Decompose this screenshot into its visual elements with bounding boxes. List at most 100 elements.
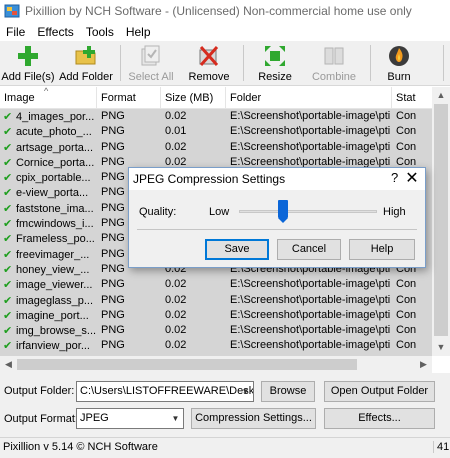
output-folder-value: C:\Users\LISTOFFREEWARE\Deskto xyxy=(80,385,254,397)
cell-size: 0.02 xyxy=(165,110,187,122)
dialog-body: Quality: Low High Save Cancel Help xyxy=(129,190,425,267)
cell-image-text: image_viewer... xyxy=(16,279,93,292)
column-folder-header[interactable]: Folder xyxy=(226,87,392,109)
column-image-header[interactable]: ^ Image xyxy=(0,87,97,109)
checkmark-icon: ✔ xyxy=(3,125,13,139)
table-row[interactable]: ✔ irfanview_por... PNG 0.02 E:\Screenshot\po… xyxy=(0,338,432,353)
cell-size: 0.02 xyxy=(165,278,187,291)
resize-button[interactable]: Resize xyxy=(252,43,298,84)
cancel-button[interactable]: Cancel xyxy=(277,239,341,260)
chevron-down-icon[interactable]: ▼ xyxy=(238,382,253,401)
burn-label: Burn xyxy=(387,71,411,83)
toolbar-separator xyxy=(120,45,121,81)
cell-image-text: img_browse_s... xyxy=(16,325,97,338)
dialog-title-bar[interactable]: JPEG Compression Settings ? ✕ xyxy=(129,168,425,190)
cell-image-text: acute_photo_... xyxy=(16,126,92,139)
close-icon[interactable]: ✕ xyxy=(399,168,425,190)
column-format-header[interactable]: Format xyxy=(97,87,161,109)
horizontal-scroll-thumb[interactable] xyxy=(17,359,357,370)
toolbar-separator xyxy=(370,45,371,81)
toolbar-separator xyxy=(443,45,444,81)
menu-tools[interactable]: Tools xyxy=(80,25,120,39)
vertical-scrollbar[interactable]: ▲ ▼ xyxy=(432,87,450,356)
quality-label: Quality: xyxy=(139,206,177,218)
checkmark-icon: ✔ xyxy=(3,140,13,154)
quality-low-label: Low xyxy=(209,206,230,218)
table-row[interactable]: ✔ acute_photo_... PNG 0.01 E:\Screenshot\por… xyxy=(0,124,432,139)
add-files-label: Add File(s) xyxy=(1,71,55,83)
cell-format: PNG xyxy=(101,293,125,306)
burn-button[interactable]: Burn xyxy=(378,43,420,84)
toolbar-separator xyxy=(243,45,244,81)
cell-size: 0.02 xyxy=(165,324,187,337)
cell-image: ✔ irfanview_por... xyxy=(0,338,97,354)
cell-size: 0.02 xyxy=(165,140,187,153)
table-row[interactable]: ✔ img_browse_s... PNG 0.02 E:\Screenshot\por… xyxy=(0,323,432,338)
effects-button[interactable]: Effects... xyxy=(324,408,435,429)
remove-label: Remove xyxy=(188,71,230,83)
cell-image: ✔ faststone_ima... xyxy=(0,201,97,217)
column-status-header[interactable]: Stat xyxy=(392,87,432,109)
table-row[interactable]: ✔ imagine_port... PNG 0.02 E:\Screenshot\por… xyxy=(0,308,432,323)
scroll-down-arrow-icon[interactable]: ▼ xyxy=(432,339,450,356)
status-bar: Pixillion v 5.14 © NCH Software 41 / xyxy=(0,437,450,458)
dialog-divider xyxy=(137,229,417,230)
add-folder-label: Add Folder xyxy=(59,71,113,83)
table-row[interactable]: ✔ 4_images_por... PNG 0.02 E:\Screenshot\por… xyxy=(0,109,432,124)
output-format-combo[interactable]: JPEG ▼ xyxy=(76,408,184,429)
cell-status: Con xyxy=(396,293,417,306)
menu-file[interactable]: File xyxy=(0,25,31,39)
cell-format: PNG xyxy=(101,278,125,291)
select-all-icon xyxy=(141,45,160,66)
cell-folder: E:\Screenshot\portable-image\pti xyxy=(230,339,391,352)
remove-button[interactable]: Remove xyxy=(184,43,234,84)
scroll-up-arrow-icon[interactable]: ▲ xyxy=(432,87,450,104)
compression-settings-button[interactable]: Compression Settings... xyxy=(191,408,316,429)
checkmark-icon: ✔ xyxy=(3,247,13,261)
quality-slider-thumb[interactable] xyxy=(278,200,289,223)
select-all-button[interactable]: Select All xyxy=(126,43,176,84)
output-format-label: Output Format: xyxy=(4,413,78,425)
combine-label: Combine xyxy=(311,71,357,83)
scroll-right-arrow-icon[interactable]: ▶ xyxy=(415,356,432,373)
column-size-header[interactable]: Size (MB) xyxy=(161,87,226,109)
add-files-button[interactable]: Add File(s) xyxy=(1,43,55,84)
add-folder-button[interactable]: Add Folder xyxy=(58,43,114,84)
vertical-scroll-thumb[interactable] xyxy=(434,104,448,336)
table-row[interactable]: ✔ imageglass_p... PNG 0.02 E:\Screenshot\por… xyxy=(0,293,432,308)
checkmark-icon: ✔ xyxy=(3,232,13,246)
cell-image-text: faststone_ima... xyxy=(16,202,94,215)
cell-folder: E:\Screenshot\portable-image\pti xyxy=(230,324,391,337)
cell-status: Con xyxy=(396,339,417,352)
table-row[interactable]: ✔ artsage_porta... PNG 0.02 E:\Screenshot\po… xyxy=(0,140,432,155)
checkmark-icon: ✔ xyxy=(3,293,13,307)
cell-size: 0.02 xyxy=(165,308,187,321)
output-folder-label: Output Folder: xyxy=(4,385,75,397)
scroll-left-arrow-icon[interactable]: ◀ xyxy=(0,356,17,373)
help-button[interactable]: Help xyxy=(349,239,415,260)
open-output-folder-button[interactable]: Open Output Folder xyxy=(324,381,435,402)
quality-slider-track[interactable] xyxy=(239,210,377,213)
save-button[interactable]: Save xyxy=(205,239,269,260)
cell-image: ✔ freevimager_... xyxy=(0,247,97,263)
help-question-icon[interactable]: ? xyxy=(391,170,398,185)
cell-status: Con xyxy=(396,308,417,321)
cell-folder: E:\Screenshot\portable-image\pti xyxy=(230,110,391,122)
chevron-down-icon[interactable]: ▼ xyxy=(168,409,183,428)
horizontal-scrollbar[interactable]: ◀ ▶ xyxy=(0,356,432,373)
cell-image: ✔ image_viewer... xyxy=(0,277,97,293)
table-row[interactable]: ✔ image_viewer... PNG 0.02 E:\Screenshot\por… xyxy=(0,277,432,292)
combine-button[interactable]: Combine xyxy=(306,43,362,84)
output-folder-combo[interactable]: C:\Users\LISTOFFREEWARE\Deskto ▼ xyxy=(76,381,254,402)
browse-button[interactable]: Browse xyxy=(261,381,315,402)
cell-format: PNG xyxy=(101,308,125,321)
output-format-value: JPEG xyxy=(80,412,109,424)
menu-help[interactable]: Help xyxy=(120,25,157,39)
menu-effects[interactable]: Effects xyxy=(31,25,79,39)
checkmark-icon: ✔ xyxy=(3,308,13,322)
resize-icon xyxy=(265,46,285,66)
cell-status: Con xyxy=(396,140,417,153)
quality-high-label: High xyxy=(383,206,406,218)
output-panel: Output Folder: C:\Users\LISTOFFREEWARE\D… xyxy=(0,373,450,437)
checkmark-icon: ✔ xyxy=(3,110,13,123)
